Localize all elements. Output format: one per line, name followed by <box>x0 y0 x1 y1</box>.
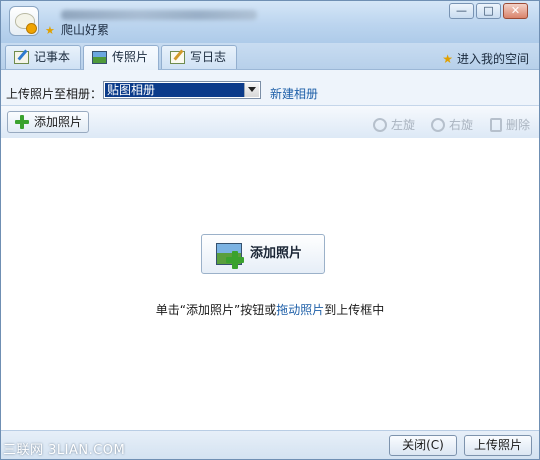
add-photo-large-button[interactable]: 添加照片 <box>201 234 325 274</box>
rotate-left-button[interactable]: 左旋 <box>373 116 415 133</box>
rotate-right-button[interactable]: 右旋 <box>431 116 473 133</box>
rotate-left-icon <box>373 118 387 132</box>
rotate-left-label: 左旋 <box>391 118 416 132</box>
window-title: 爬山好累 <box>61 23 110 37</box>
album-select-value: 贴图相册 <box>105 83 244 97</box>
add-photo-button[interactable]: 添加照片 <box>7 111 89 133</box>
tab-upload-photo[interactable]: 传照片 <box>83 45 159 70</box>
upload-photo-button[interactable]: 上传照片 <box>464 435 532 456</box>
blurred-account-info <box>61 10 257 20</box>
delete-label: 删除 <box>506 118 531 132</box>
drag-photo-link[interactable]: 拖动照片 <box>276 303 324 317</box>
tab-bar: 记事本 传照片 写日志 ★ 进入我的空间 <box>1 43 539 70</box>
add-photo-label: 添加照片 <box>34 115 83 129</box>
upload-drop-area[interactable]: 添加照片 单击“添加照片”按钮或拖动照片到上传框中 <box>1 138 539 430</box>
app-avatar-icon <box>9 6 39 36</box>
rotate-right-label: 右旋 <box>449 118 474 132</box>
diary-icon <box>170 51 185 64</box>
vip-star-icon: ★ <box>45 24 55 37</box>
notepad-icon <box>14 51 29 64</box>
album-selector-row: 上传照片至相册： 贴图相册 新建相册 <box>1 70 539 104</box>
tab-upload-photo-label: 传照片 <box>112 50 149 64</box>
new-album-link[interactable]: 新建相册 <box>270 85 318 102</box>
album-select[interactable]: 贴图相册 <box>103 81 261 99</box>
enter-my-space-link[interactable]: ★ 进入我的空间 <box>442 50 529 67</box>
add-photo-large-label: 添加照片 <box>250 246 303 261</box>
maximize-button[interactable]: □ <box>476 3 501 19</box>
hint-text-after: 到上传框中 <box>324 303 385 317</box>
watermark: 三联网 3LIAN.COM <box>3 443 126 458</box>
album-label: 上传照片至相册： <box>6 87 103 101</box>
upload-hint: 单击“添加照片”按钮或拖动照片到上传框中 <box>1 301 539 318</box>
title-bar[interactable]: ★ 爬山好累 — □ ✕ <box>1 1 539 43</box>
footer-bar: 三联网 3LIAN.COM 关闭(C) 上传照片 <box>1 430 539 459</box>
trash-icon <box>490 118 502 132</box>
plus-icon <box>15 115 29 129</box>
minimize-button[interactable]: — <box>449 3 474 19</box>
delete-button[interactable]: 删除 <box>490 116 530 133</box>
close-button[interactable]: 关闭(C) <box>389 435 457 456</box>
star-icon: ★ <box>442 52 453 66</box>
toolbar: 添加照片 左旋 右旋 删除 <box>1 105 539 139</box>
tab-diary[interactable]: 写日志 <box>161 45 237 69</box>
enter-my-space-label: 进入我的空间 <box>456 52 529 66</box>
rotate-right-icon <box>431 118 445 132</box>
plus-icon <box>226 251 244 269</box>
tab-notepad-label: 记事本 <box>34 50 71 64</box>
hint-text-before: 单击“添加照片”按钮或 <box>155 303 277 317</box>
upload-photo-window: ★ 爬山好累 — □ ✕ 记事本 传照片 写日志 ★ 进入我的空间 上传照片至相册… <box>0 0 540 460</box>
tab-diary-label: 写日志 <box>190 50 227 64</box>
tab-notepad[interactable]: 记事本 <box>5 45 81 69</box>
photo-icon <box>92 51 107 64</box>
close-window-button[interactable]: ✕ <box>503 3 528 19</box>
chevron-down-icon[interactable] <box>244 83 259 97</box>
